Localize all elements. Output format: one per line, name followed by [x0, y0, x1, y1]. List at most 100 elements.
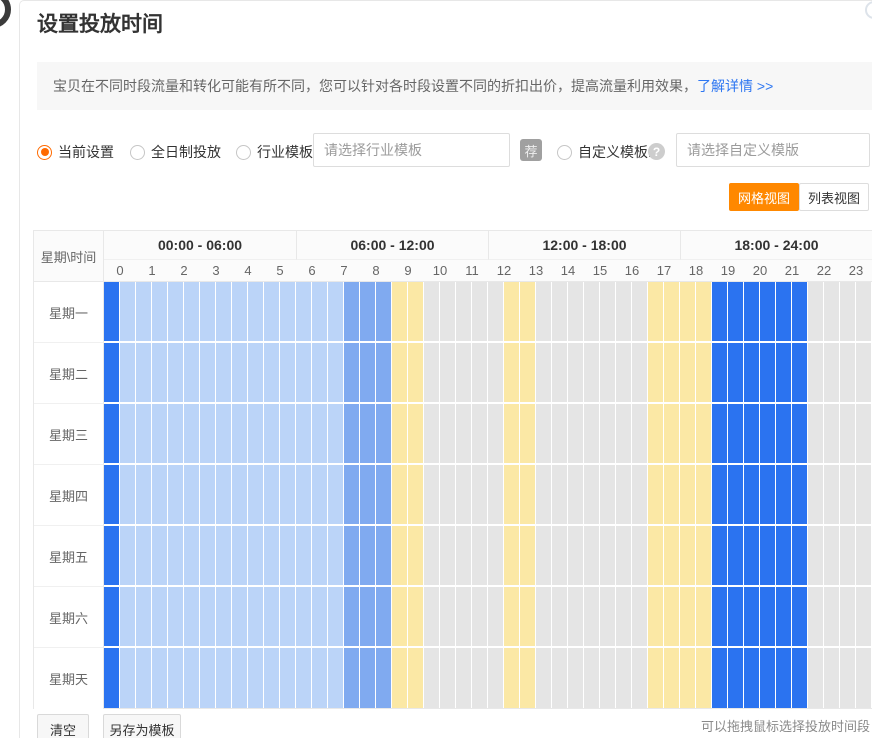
time-slot-cell[interactable]	[856, 343, 872, 404]
time-slot-cell[interactable]	[232, 465, 248, 526]
time-slot-cell[interactable]	[776, 343, 792, 404]
time-slot-cell[interactable]	[520, 404, 536, 465]
time-slot-cell[interactable]	[744, 648, 760, 708]
time-slot-cell[interactable]	[520, 587, 536, 648]
time-slot-cell[interactable]	[680, 526, 696, 587]
time-slot-cell[interactable]	[776, 465, 792, 526]
time-slot-cell[interactable]	[584, 587, 600, 648]
time-slot-cell[interactable]	[136, 343, 152, 404]
time-slot-cell[interactable]	[696, 465, 712, 526]
time-slot-cell[interactable]	[632, 648, 648, 708]
time-slot-cell[interactable]	[344, 587, 360, 648]
grid-view-button[interactable]: 网格视图	[729, 183, 799, 211]
time-slot-cell[interactable]	[664, 465, 680, 526]
time-slot-cell[interactable]	[216, 465, 232, 526]
time-slot-cell[interactable]	[296, 587, 312, 648]
time-slot-cell[interactable]	[552, 404, 568, 465]
time-slot-cell[interactable]	[328, 343, 344, 404]
time-slot-cell[interactable]	[168, 343, 184, 404]
time-slot-cell[interactable]	[248, 526, 264, 587]
time-slot-cell[interactable]	[632, 343, 648, 404]
time-slot-cell[interactable]	[104, 343, 120, 404]
time-slot-cell[interactable]	[424, 404, 440, 465]
time-slot-cell[interactable]	[328, 648, 344, 708]
time-slot-cell[interactable]	[392, 404, 408, 465]
time-slot-cell[interactable]	[280, 465, 296, 526]
time-slot-cell[interactable]	[184, 526, 200, 587]
time-slot-cell[interactable]	[328, 526, 344, 587]
time-slot-cell[interactable]	[824, 343, 840, 404]
time-slot-cell[interactable]	[728, 282, 744, 343]
time-slot-cell[interactable]	[392, 343, 408, 404]
time-slot-cell[interactable]	[440, 404, 456, 465]
time-slot-cell[interactable]	[424, 526, 440, 587]
time-slot-cell[interactable]	[296, 648, 312, 708]
time-slot-cell[interactable]	[136, 465, 152, 526]
time-slot-cell[interactable]	[520, 282, 536, 343]
time-slot-cell[interactable]	[280, 404, 296, 465]
time-slot-cell[interactable]	[600, 282, 616, 343]
time-slot-cell[interactable]	[472, 404, 488, 465]
time-slot-cell[interactable]	[712, 343, 728, 404]
time-slot-cell[interactable]	[360, 587, 376, 648]
time-slot-cell[interactable]	[200, 404, 216, 465]
time-slot-cell[interactable]	[808, 587, 824, 648]
time-slot-cell[interactable]	[536, 404, 552, 465]
time-slot-cell[interactable]	[232, 526, 248, 587]
time-slot-cell[interactable]	[744, 404, 760, 465]
time-slot-cell[interactable]	[376, 404, 392, 465]
time-slot-cell[interactable]	[600, 465, 616, 526]
time-slot-cell[interactable]	[312, 343, 328, 404]
time-slot-cell[interactable]	[584, 465, 600, 526]
time-slot-cell[interactable]	[344, 465, 360, 526]
time-slot-cell[interactable]	[728, 526, 744, 587]
time-slot-cell[interactable]	[264, 648, 280, 708]
time-slot-cell[interactable]	[104, 587, 120, 648]
time-slot-cell[interactable]	[600, 404, 616, 465]
time-slot-cell[interactable]	[488, 648, 504, 708]
radio-industry-template[interactable]: 行业模板:	[236, 135, 317, 169]
time-slot-cell[interactable]	[840, 465, 856, 526]
time-slot-cell[interactable]	[520, 343, 536, 404]
time-slot-cell[interactable]	[632, 526, 648, 587]
time-slot-cell[interactable]	[776, 282, 792, 343]
time-slot-cell[interactable]	[248, 465, 264, 526]
time-slot-cell[interactable]	[296, 282, 312, 343]
time-slot-cell[interactable]	[584, 343, 600, 404]
time-slot-cell[interactable]	[504, 282, 520, 343]
time-slot-cell[interactable]	[760, 587, 776, 648]
time-slot-cell[interactable]	[728, 404, 744, 465]
time-slot-cell[interactable]	[152, 526, 168, 587]
time-slot-cell[interactable]	[120, 404, 136, 465]
time-slot-cell[interactable]	[296, 526, 312, 587]
time-slot-cell[interactable]	[600, 587, 616, 648]
time-slot-cell[interactable]	[712, 282, 728, 343]
radio-custom-template[interactable]: 自定义模板:	[557, 135, 652, 169]
time-slot-cell[interactable]	[184, 343, 200, 404]
time-slot-cell[interactable]	[360, 648, 376, 708]
time-slot-cell[interactable]	[824, 587, 840, 648]
time-slot-cell[interactable]	[840, 648, 856, 708]
list-view-button[interactable]: 列表视图	[799, 183, 869, 211]
time-slot-cell[interactable]	[568, 343, 584, 404]
time-slot-cell[interactable]	[440, 526, 456, 587]
time-slot-cell[interactable]	[808, 404, 824, 465]
time-slot-cell[interactable]	[440, 465, 456, 526]
time-slot-cell[interactable]	[408, 526, 424, 587]
time-slot-cell[interactable]	[744, 526, 760, 587]
time-slot-cell[interactable]	[760, 465, 776, 526]
time-slot-cell[interactable]	[568, 404, 584, 465]
time-slot-cell[interactable]	[824, 282, 840, 343]
time-slot-cell[interactable]	[248, 343, 264, 404]
time-slot-cell[interactable]	[216, 282, 232, 343]
time-slot-cell[interactable]	[664, 526, 680, 587]
time-slot-cell[interactable]	[504, 465, 520, 526]
time-slot-cell[interactable]	[312, 526, 328, 587]
time-slot-cell[interactable]	[120, 282, 136, 343]
time-slot-cell[interactable]	[440, 282, 456, 343]
time-slot-cell[interactable]	[712, 648, 728, 708]
time-slot-cell[interactable]	[136, 404, 152, 465]
time-slot-cell[interactable]	[456, 343, 472, 404]
time-slot-cell[interactable]	[456, 465, 472, 526]
time-slot-cell[interactable]	[696, 587, 712, 648]
